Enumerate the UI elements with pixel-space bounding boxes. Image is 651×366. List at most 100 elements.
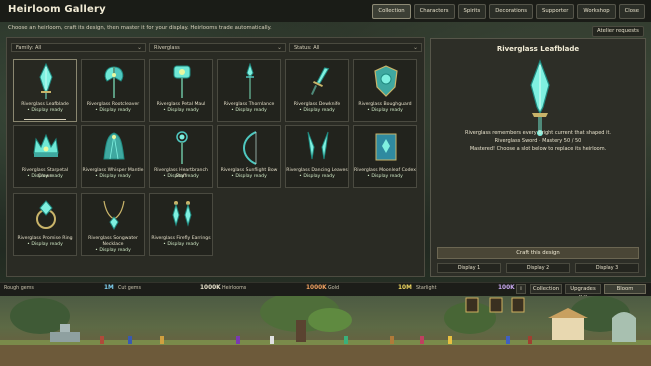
card-name: Riverglass Rootcleaver — [86, 102, 140, 107]
detail-flavor-text: Riverglass remembers every bright curren… — [464, 130, 612, 136]
leafblade-icon — [530, 59, 550, 136]
ring-icon — [36, 200, 56, 229]
heirloom-card-songwater-necklace[interactable]: Riverglass Songwater Necklace • Display … — [81, 193, 145, 256]
cut-gems-label: Cut gems — [118, 286, 141, 291]
resource-bar: Rough gems 1M Cut gems 1000K Heirlooms 1… — [0, 282, 651, 301]
card-status: • Display ready — [367, 174, 403, 179]
leafblade-icon — [39, 63, 53, 99]
tab-decorations[interactable]: Decorations — [489, 4, 534, 19]
close-button[interactable]: Close — [618, 4, 645, 19]
card-status: • Display ready — [95, 248, 131, 253]
chevron-down-icon: ⌄ — [276, 44, 282, 51]
status-filter-value: Status: All — [294, 45, 320, 51]
page-title: Heirloom Gallery — [8, 4, 106, 15]
atelier-requests-button[interactable]: Atelier requests — [592, 26, 644, 37]
gold-label: Gold — [328, 286, 340, 291]
tab-spirits[interactable]: Spirits — [457, 4, 487, 19]
heirloom-card-boughguard[interactable]: Riverglass Boughguard • Display ready — [353, 59, 417, 122]
detail-title: Riverglass Leafblade — [496, 45, 580, 53]
craft-design-button[interactable]: Craft this design — [437, 247, 639, 259]
card-name: Riverglass Whisper Mantle — [82, 168, 144, 173]
twin-blades-icon — [307, 131, 329, 160]
card-status: • Display ready — [95, 108, 131, 113]
starlight-value: 10M — [398, 285, 412, 291]
heirloom-card-petal-maul[interactable]: Riverglass Petal Maul • Display ready — [149, 59, 213, 122]
card-status: • Display ready — [27, 108, 63, 113]
top-tabs: Collection Characters Spirits Decoration… — [372, 4, 645, 19]
tab-supporter[interactable]: Supporter — [536, 4, 575, 19]
heirloom-card-dewknife[interactable]: Riverglass Dewknife • Display ready — [285, 59, 349, 122]
card-name: Riverglass Leafblade — [21, 102, 69, 107]
tab-workshop[interactable]: Workshop — [577, 4, 616, 19]
heirloom-card-heartbranch-staff[interactable]: Riverglass Heartbranch Staff • Display r… — [149, 125, 213, 188]
card-name: Riverglass Firefly Earrings — [151, 236, 211, 241]
card-name: Riverglass Petal Maul — [156, 102, 206, 107]
material-filter-select[interactable]: Riverglass ⌄ — [149, 43, 286, 52]
codex-icon — [375, 133, 397, 161]
detail-instruction-text: Mastered! Choose a slot below to replace… — [469, 146, 607, 152]
cut-gems-value: 1M — [104, 285, 114, 291]
card-status: • Display ready — [163, 174, 199, 179]
heirloom-card-dancing-leaves[interactable]: Riverglass Dancing Leaves • Display read… — [285, 125, 349, 188]
heirloom-card-moonleaf-codex[interactable]: Riverglass Moonleaf Codex • Display read… — [353, 125, 417, 188]
card-name: Riverglass Dancing Leaves — [286, 168, 348, 173]
heirloom-card-firefly-earrings[interactable]: Riverglass Firefly Earrings • Display re… — [149, 193, 213, 256]
card-status: • Display ready — [231, 174, 267, 179]
info-button[interactable]: i — [516, 284, 526, 294]
village-illustration — [0, 296, 651, 366]
maul-icon — [173, 65, 191, 98]
upgrades-button[interactable]: Upgrades [U] — [565, 284, 601, 301]
axe-icon — [104, 66, 124, 98]
card-name: Riverglass Sunflight Bow — [220, 168, 278, 173]
mantle-icon — [103, 132, 125, 160]
shield-icon — [374, 65, 398, 97]
tab-collection[interactable]: Collection — [372, 4, 411, 19]
lance-icon — [246, 63, 254, 99]
card-status: • Display ready — [27, 174, 63, 179]
card-status: • Display ready — [27, 242, 63, 247]
card-status: • Display ready — [367, 108, 403, 113]
material-filter-value: Riverglass — [154, 45, 180, 51]
necklace-icon — [103, 200, 125, 231]
chevron-down-icon: ⌄ — [136, 44, 142, 51]
starlight-label: Starlight — [416, 286, 437, 291]
top-bar: Heirloom Gallery Collection Characters S… — [0, 0, 651, 22]
tab-characters[interactable]: Characters — [413, 4, 455, 19]
dagger-icon — [310, 67, 330, 95]
essence-value: 100K — [498, 285, 515, 291]
page-subtitle: Choose an heirloom, craft its design, th… — [8, 25, 272, 31]
staff-icon — [176, 131, 188, 164]
card-name: Riverglass Moonleaf Codex — [354, 168, 416, 173]
detail-mastery-text: Riverglass Sword · Mastery 50 / 50 — [494, 138, 582, 144]
heirloom-card-leafblade[interactable]: Riverglass Leafblade • Display ready — [13, 59, 77, 122]
heirlooms-value: 1000K — [200, 285, 221, 291]
display-slot-3-button[interactable]: Display 3 — [575, 263, 639, 273]
card-name: Riverglass Dewknife — [293, 102, 341, 107]
gold-value: 1000K — [306, 285, 327, 291]
card-name: Riverglass Songwater Necklace — [88, 236, 138, 247]
card-status: • Display ready — [231, 108, 267, 113]
family-filter-value: Family: All — [16, 45, 42, 51]
heirloom-card-starpetal-crown[interactable]: Riverglass Starpetal Crown • Display rea… — [13, 125, 77, 188]
bow-icon — [243, 131, 257, 165]
bloom-button[interactable]: Bloom — [604, 284, 646, 294]
heirloom-card-rootcleaver[interactable]: Riverglass Rootcleaver • Display ready — [81, 59, 145, 122]
heirloom-card-whisper-mantle[interactable]: Riverglass Whisper Mantle • Display read… — [81, 125, 145, 188]
crown-icon — [33, 133, 59, 157]
card-name: Riverglass Thornlance — [223, 102, 275, 107]
earrings-icon — [172, 201, 192, 227]
chevron-down-icon: ⌄ — [412, 44, 418, 51]
heirloom-card-promise-ring[interactable]: Riverglass Promise Ring • Display ready — [13, 193, 77, 256]
heirlooms-label: Heirlooms — [222, 286, 247, 291]
heirloom-card-sunflight-bow[interactable]: Riverglass Sunflight Bow • Display ready — [217, 125, 281, 188]
card-status: • Display ready — [299, 174, 335, 179]
card-status: • Display ready — [163, 242, 199, 247]
status-filter-select[interactable]: Status: All ⌄ — [289, 43, 422, 52]
display-slot-2-button[interactable]: Display 2 — [506, 263, 570, 273]
card-name: Riverglass Promise Ring — [17, 236, 73, 241]
collection-button[interactable]: Collection — [530, 284, 562, 294]
family-filter-select[interactable]: Family: All ⌄ — [11, 43, 146, 52]
display-slot-1-button[interactable]: Display 1 — [437, 263, 501, 273]
heirloom-detail-panel: Riverglass Leafblade Riverglass remember… — [430, 38, 646, 277]
heirloom-card-thornlance[interactable]: Riverglass Thornlance • Display ready — [217, 59, 281, 122]
